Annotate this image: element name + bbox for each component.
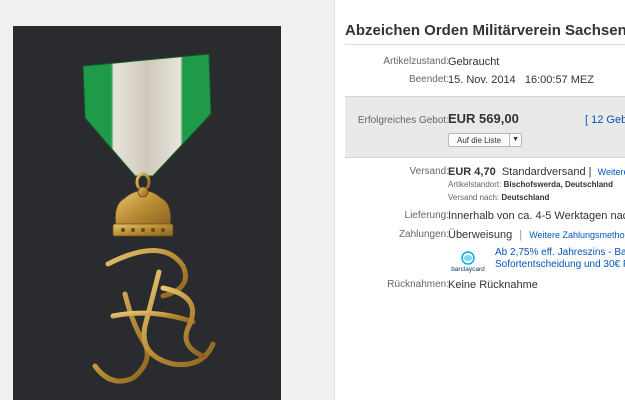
promo-line-2: Sofortentscheidung und 30€ P	[495, 259, 625, 270]
shipping-label: Versand:	[409, 166, 449, 177]
ended-time: 16:00:57 MEZ	[524, 74, 594, 86]
shipping-method: Standardversand |	[501, 166, 592, 178]
bid-amount: EUR 569,00	[448, 111, 519, 126]
ships-to-value: Deutschland	[501, 193, 550, 202]
item-title: Abzeichen Orden Militärverein Sachsen	[345, 22, 625, 39]
returns-value: Keine Rücknahme	[448, 279, 538, 291]
medal-image	[82, 53, 216, 384]
shipping-price: EUR 4,70	[448, 166, 496, 178]
payment-label: Zahlungen:	[398, 229, 449, 240]
more-payment-link[interactable]: Weitere Zahlungsmethode	[529, 230, 625, 240]
payment-separator: |	[519, 229, 523, 241]
barclaycard-logo[interactable]: barclaycard	[448, 250, 488, 274]
chevron-down-icon[interactable]: ▼	[509, 134, 521, 146]
payment-method: Überweisung	[448, 229, 513, 241]
barclaycard-logo-text: barclaycard	[451, 266, 485, 273]
ended-label: Beendet:	[408, 74, 449, 85]
ships-to-label: Versand nach:	[448, 193, 500, 202]
barclaycard-promo[interactable]: Ab 2,75% eff. Jahreszins - Bar Sofortent…	[495, 247, 625, 271]
watchlist-button[interactable]: Auf die Liste ▼	[448, 133, 523, 147]
watchlist-label: Auf die Liste	[457, 136, 502, 145]
image-panel	[0, 0, 335, 400]
condition-value: Gebraucht	[448, 56, 500, 68]
item-details: Abzeichen Orden Militärverein Sachsen Ar…	[345, 0, 625, 400]
condition-label: Artikelzustand:	[383, 56, 449, 67]
location-label: Artikelstandort:	[448, 180, 502, 189]
promo-line-1: Ab 2,75% eff. Jahreszins - Bar	[495, 247, 625, 258]
bid-count-link[interactable]: [ 12 Gebo	[585, 114, 625, 126]
delivery-label: Lieferung:	[404, 210, 449, 221]
location-value: Bischofswerda, Deutschland	[503, 180, 613, 189]
ended-value: 15. Nov. 2014 16:00:57 MEZ	[448, 74, 594, 86]
bid-label: Erfolgreiches Gebot:	[357, 115, 449, 126]
bid-box: Erfolgreiches Gebot: EUR 569,00 [ 12 Geb…	[345, 96, 625, 158]
item-photo[interactable]	[13, 26, 281, 400]
delivery-value: Innerhalb von ca. 4-5 Werktagen nach Zah	[448, 210, 625, 222]
returns-label: Rücknahmen:	[387, 279, 449, 290]
ended-date: 15. Nov. 2014	[448, 74, 516, 86]
title-divider	[345, 44, 625, 45]
shipping-details-link[interactable]: Weitere Deta	[598, 167, 625, 177]
